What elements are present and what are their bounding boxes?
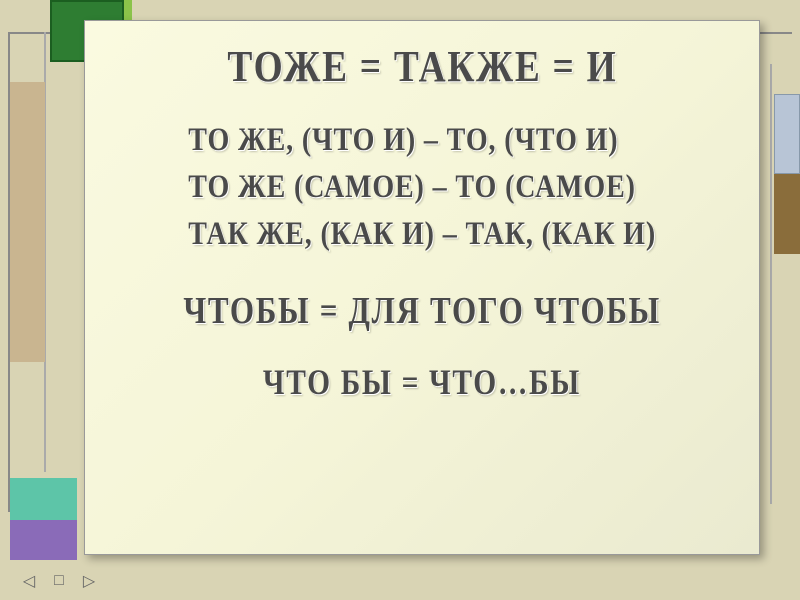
nav-next-icon[interactable]: ▷ bbox=[80, 572, 98, 590]
decoration-beige bbox=[10, 82, 45, 362]
decoration-cyan bbox=[10, 478, 77, 520]
slide-title: ТОЖЕ = ТАКЖЕ = И bbox=[227, 41, 617, 92]
decoration-brown bbox=[774, 174, 800, 254]
nav-reset-icon[interactable]: □ bbox=[50, 572, 68, 590]
rules-block: ТО ЖЕ, (ЧТО И) – ТО, (ЧТО И) ТО ЖЕ (САМО… bbox=[147, 122, 697, 253]
subtitle-2: ЧТО БЫ = ЧТО…БЫ bbox=[263, 361, 581, 403]
rule-line-2: ТО ЖЕ (САМОЕ) – ТО (САМОЕ) bbox=[188, 169, 656, 206]
content-card: ТОЖЕ = ТАКЖЕ = И ТО ЖЕ, (ЧТО И) – ТО, (Ч… bbox=[84, 20, 760, 555]
rule-line-1: ТО ЖЕ, (ЧТО И) – ТО, (ЧТО И) bbox=[188, 122, 656, 159]
decoration-purple bbox=[10, 520, 77, 560]
decoration-blue bbox=[774, 94, 800, 174]
border-right bbox=[770, 64, 772, 504]
nav-controls: ◁ □ ▷ bbox=[20, 572, 98, 590]
rule-line-3: ТАК ЖЕ, (КАК И) – ТАК, (КАК И) bbox=[188, 216, 656, 253]
subtitle-1: ЧТОБЫ = ДЛЯ ТОГО ЧТОБЫ bbox=[183, 289, 660, 333]
nav-prev-icon[interactable]: ◁ bbox=[20, 572, 38, 590]
